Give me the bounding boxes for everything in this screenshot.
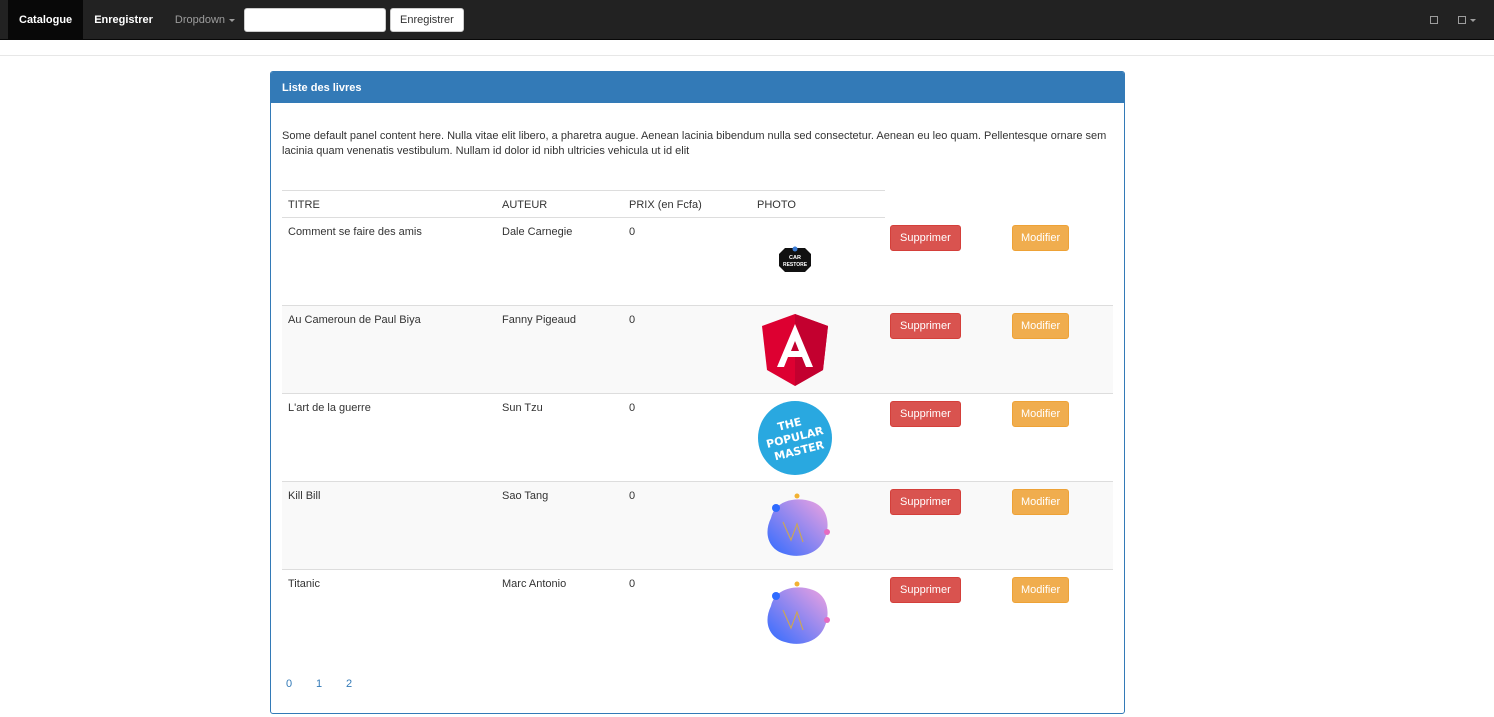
user-icon (1430, 16, 1438, 24)
page-link-1[interactable]: 1 (315, 678, 323, 690)
cell-prix: 0 (629, 314, 636, 326)
cell-titre: Titanic (288, 578, 320, 590)
divider (0, 55, 1494, 56)
cell-auteur: Sun Tzu (502, 402, 543, 414)
delete-button[interactable]: Supprimer (890, 313, 961, 339)
nav-search-form: Enregistrer (244, 8, 464, 32)
delete-button[interactable]: Supprimer (890, 225, 961, 251)
header-photo: PHOTO (757, 199, 796, 211)
delete-button[interactable]: Supprimer (890, 489, 961, 515)
books-table: TITRE AUTEUR PRIX (en Fcfa) PHOTO Commen… (282, 190, 1113, 658)
gradient-blob-logo (757, 488, 833, 564)
cell-prix: 0 (629, 402, 636, 414)
cell-titre: Comment se faire des amis (288, 226, 422, 238)
nav-dropdown-label: Dropdown (174, 14, 226, 26)
nav-item-enregistrer[interactable]: Enregistrer (83, 0, 164, 40)
gradient-blob-logo (757, 576, 833, 652)
table-row: Titanic Marc Antonio 0 Supprimer Modifie… (282, 570, 1113, 658)
cell-auteur: Sao Tang (502, 490, 549, 502)
cell-titre: Au Cameroun de Paul Biya (288, 314, 421, 326)
panel-body-text: Some default panel content here. Nulla v… (282, 130, 1107, 157)
caret-down-icon (229, 18, 236, 22)
page-link-0[interactable]: 0 (285, 678, 293, 690)
delete-button[interactable]: Supprimer (890, 577, 961, 603)
settings-icon (1458, 16, 1466, 24)
cell-prix: 0 (629, 578, 636, 590)
car-restore-logo: CAR RESTORE (757, 224, 833, 300)
edit-button[interactable]: Modifier (1012, 401, 1070, 427)
table-row: L'art de la guerre Sun Tzu 0 THE POPULAR… (282, 394, 1113, 482)
table-row: Kill Bill Sao Tang 0 Supprimer Modifier (282, 482, 1113, 570)
table-header: TITRE AUTEUR PRIX (en Fcfa) PHOTO (282, 190, 885, 218)
edit-button[interactable]: Modifier (1012, 313, 1070, 339)
angular-logo (757, 312, 833, 388)
user-icon-button[interactable] (1430, 16, 1438, 24)
popular-master-logo: THE POPULAR MASTER (757, 400, 833, 476)
search-input[interactable] (244, 8, 386, 32)
delete-button[interactable]: Supprimer (890, 401, 961, 427)
header-titre: TITRE (288, 199, 320, 211)
cell-auteur: Fanny Pigeaud (502, 314, 576, 326)
pagination: 0 1 2 (285, 678, 353, 690)
header-prix: PRIX (en Fcfa) (629, 199, 702, 211)
nav-item-catalogue[interactable]: Catalogue (8, 0, 84, 40)
caret-down-icon (1470, 18, 1476, 22)
edit-button[interactable]: Modifier (1012, 577, 1070, 603)
cell-prix: 0 (629, 490, 636, 502)
cell-prix: 0 (629, 226, 636, 238)
nav-dropdown[interactable]: Dropdown (164, 0, 246, 40)
books-panel: Liste des livres Some default panel cont… (270, 71, 1125, 714)
edit-button[interactable]: Modifier (1012, 489, 1070, 515)
header-auteur: AUTEUR (502, 199, 548, 211)
settings-dropdown[interactable] (1458, 16, 1476, 24)
cell-auteur: Dale Carnegie (502, 226, 573, 238)
nav-right (1430, 0, 1476, 40)
table-row: Comment se faire des amis Dale Carnegie … (282, 218, 1113, 306)
cell-titre: Kill Bill (288, 490, 321, 502)
navbar: Catalogue Enregistrer Dropdown Enregistr… (0, 0, 1494, 40)
table-row: Au Cameroun de Paul Biya Fanny Pigeaud 0… (282, 306, 1113, 394)
nav-menu: Catalogue Enregistrer Dropdown (8, 0, 246, 40)
cell-auteur: Marc Antonio (502, 578, 567, 590)
page-link-2[interactable]: 2 (345, 678, 353, 690)
logo-text: RESTORE (783, 262, 808, 268)
panel-title: Liste des livres (271, 72, 1124, 103)
cell-titre: L'art de la guerre (288, 402, 371, 414)
register-button[interactable]: Enregistrer (390, 8, 464, 32)
logo-text: CAR (789, 255, 801, 261)
edit-button[interactable]: Modifier (1012, 225, 1070, 251)
